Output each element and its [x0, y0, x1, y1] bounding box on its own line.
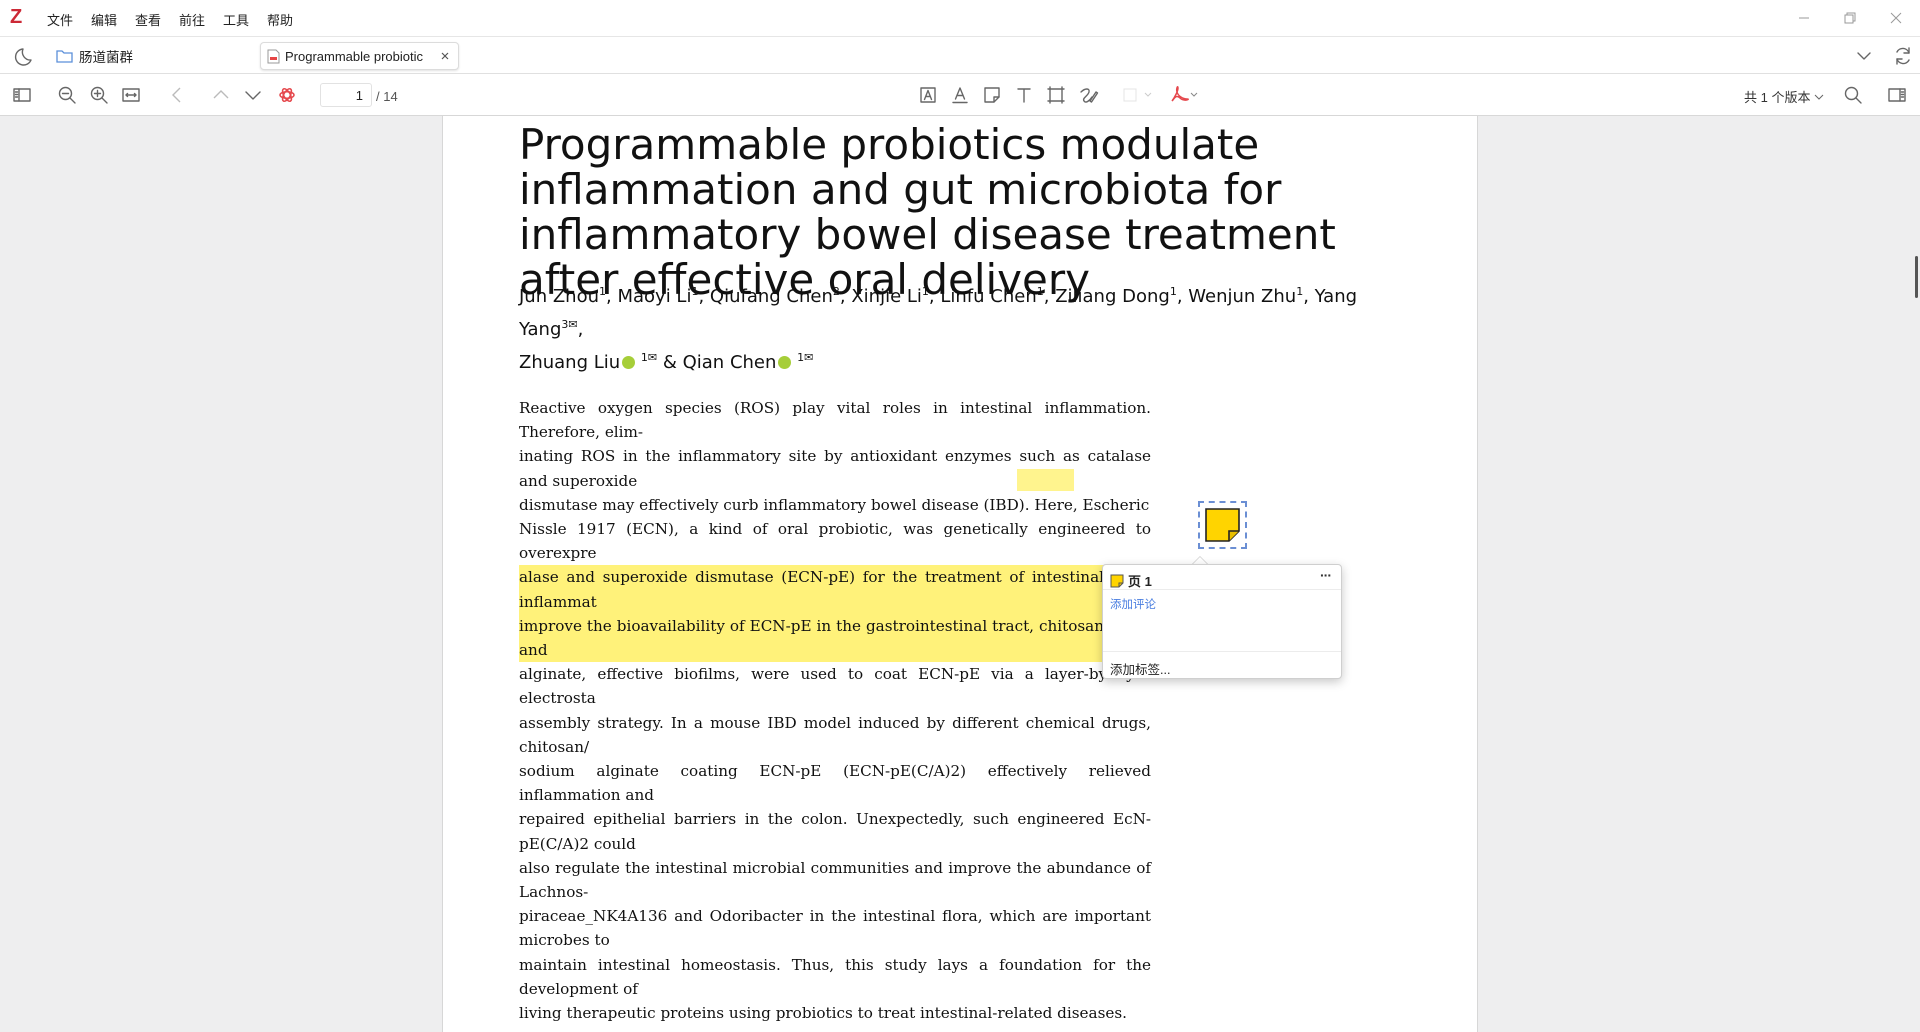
- reader-toolbar: 1 / 14 共 1 个版本: [0, 74, 1920, 116]
- menu-file[interactable]: 文件: [47, 10, 73, 29]
- author-name: Ziliang Dong: [1055, 286, 1170, 307]
- restore-button[interactable]: [1840, 8, 1860, 28]
- orcid-icon[interactable]: [622, 356, 636, 369]
- menu-edit[interactable]: 编辑: [91, 10, 117, 29]
- previous-page-icon[interactable]: [210, 84, 232, 106]
- menu-tools[interactable]: 工具: [223, 10, 249, 29]
- abstract-line: assembly strategy. In a mouse IBD model …: [519, 713, 1151, 756]
- author-name: Xinjie Li: [851, 286, 922, 307]
- zoom-in-icon[interactable]: [88, 84, 110, 106]
- document-tab[interactable]: Programmable probiotic: [260, 42, 459, 70]
- abstract-line: repaired epithelial barriers in the colo…: [519, 810, 1151, 853]
- add-note-icon[interactable]: [981, 84, 1003, 106]
- close-tab-icon[interactable]: [439, 50, 451, 62]
- highlight-fragment[interactable]: [1017, 469, 1074, 491]
- library-tab[interactable]: 肠道菌群: [56, 44, 133, 68]
- page-number-input[interactable]: 1: [320, 83, 372, 107]
- note-icon: [1110, 574, 1124, 587]
- menu-go[interactable]: 前往: [179, 10, 205, 29]
- color-picker-disabled[interactable]: [1121, 84, 1157, 106]
- author-name: Wenjun Zhu: [1188, 286, 1297, 307]
- sync-icon[interactable]: [1892, 45, 1914, 67]
- zotero-window: Z 文件 编辑 查看 前往 工具 帮助 肠道菌群 Programmable pr…: [0, 0, 1920, 1032]
- abstract-line: sodium alginate coating ECN-pE (ECN-pE(C…: [519, 762, 1151, 805]
- next-page-icon[interactable]: [242, 84, 264, 106]
- underline-text-icon[interactable]: [949, 84, 971, 106]
- menu-view[interactable]: 查看: [135, 10, 161, 29]
- abstract-line: piraceae_NK4A136 and Odoribacter in the …: [519, 907, 1151, 950]
- versions-label: 共 1 个版本: [1744, 90, 1811, 105]
- abstract-line: Reactive oxygen species (ROS) play vital…: [519, 399, 1151, 442]
- chevron-down-icon[interactable]: [1854, 46, 1874, 66]
- abstract-line: also regulate the intestinal microbial c…: [519, 858, 1151, 902]
- highlight-text-icon[interactable]: [917, 84, 939, 106]
- zotero-logo: Z: [10, 6, 23, 28]
- author-name: Jun Zhou: [519, 286, 600, 307]
- abstract-line: maintain intestinal homeostasis. Thus, t…: [519, 955, 1151, 998]
- author-name: Linfu Chen: [940, 286, 1037, 307]
- more-options-button[interactable]: ···: [1320, 567, 1332, 583]
- draw-icon[interactable]: [1077, 84, 1099, 106]
- tab-bar: 肠道菌群 Programmable probiotic: [0, 36, 1920, 74]
- abstract-line: alase and superoxide dismutase (ECN-pE) …: [519, 565, 1104, 614]
- fit-page-width-icon[interactable]: [120, 84, 142, 106]
- add-tags-button[interactable]: 添加标签...: [1110, 659, 1170, 678]
- paper-title: Programmable probiotics modulate inflamm…: [519, 120, 1336, 304]
- paper-authors: Jun Zhou1, Maoyi Li1, Qiufang Chen2, Xin…: [519, 285, 1358, 373]
- pdf-viewer[interactable]: Programmable probiotics modulate inflamm…: [0, 116, 1920, 1032]
- annotation-page-label: 页 1: [1128, 574, 1152, 589]
- chevron-down-icon: [1815, 94, 1824, 100]
- pdf-file-icon: [267, 49, 280, 63]
- author-name: Maoyi Li: [617, 286, 692, 307]
- page-total: / 14: [376, 89, 398, 104]
- folder-icon: [56, 50, 73, 63]
- ai-assistant-icon[interactable]: [276, 84, 298, 106]
- scrollbar-thumb[interactable]: [1915, 256, 1918, 298]
- note-annotation[interactable]: [1198, 501, 1247, 549]
- popup-header: 页 1: [1110, 571, 1152, 590]
- sticky-note-icon: [1205, 508, 1240, 542]
- minimize-button[interactable]: [1794, 8, 1814, 28]
- add-comment-field[interactable]: 添加评论: [1110, 596, 1156, 612]
- annotation-popup: 页 1 ··· 添加评论 添加标签...: [1102, 564, 1342, 679]
- abstract-line: living therapeutic proteins using probio…: [519, 1004, 1127, 1023]
- close-window-button[interactable]: [1886, 8, 1906, 28]
- toggle-sidebar-icon[interactable]: [11, 84, 33, 106]
- abstract-line: improve the bioavailability of ECN-pE in…: [519, 613, 1104, 663]
- zoom-out-icon[interactable]: [56, 84, 78, 106]
- library-tab-label: 肠道菌群: [79, 50, 133, 65]
- back-icon[interactable]: [166, 84, 188, 106]
- abstract-line: alginate, effective biofilms, were used …: [519, 665, 1151, 708]
- menu-help[interactable]: 帮助: [267, 10, 293, 29]
- divider: [1103, 651, 1341, 652]
- title-bar: Z 文件 编辑 查看 前往 工具 帮助: [0, 0, 1920, 36]
- divider: [1103, 589, 1341, 590]
- toggle-context-pane-icon[interactable]: [1886, 84, 1908, 106]
- add-text-icon[interactable]: [1013, 84, 1035, 106]
- document-tab-label: Programmable probiotic: [285, 48, 424, 64]
- moon-icon[interactable]: [14, 44, 38, 68]
- author-name: Zhuang Liu: [519, 352, 621, 373]
- select-area-icon[interactable]: [1045, 84, 1067, 106]
- author-name: Qiufang Chen: [709, 286, 833, 307]
- abstract-line: Nissle 1917 (ECN), a kind of oral probio…: [519, 520, 1151, 563]
- search-icon[interactable]: [1842, 84, 1864, 106]
- orcid-icon[interactable]: [778, 356, 792, 369]
- pdf-tools-icon[interactable]: [1168, 84, 1200, 106]
- versions-dropdown[interactable]: 共 1 个版本: [1744, 87, 1824, 106]
- author-name: Qian Chen: [682, 352, 777, 373]
- abstract-line: dismutase may effectively curb inflammat…: [519, 495, 1150, 514]
